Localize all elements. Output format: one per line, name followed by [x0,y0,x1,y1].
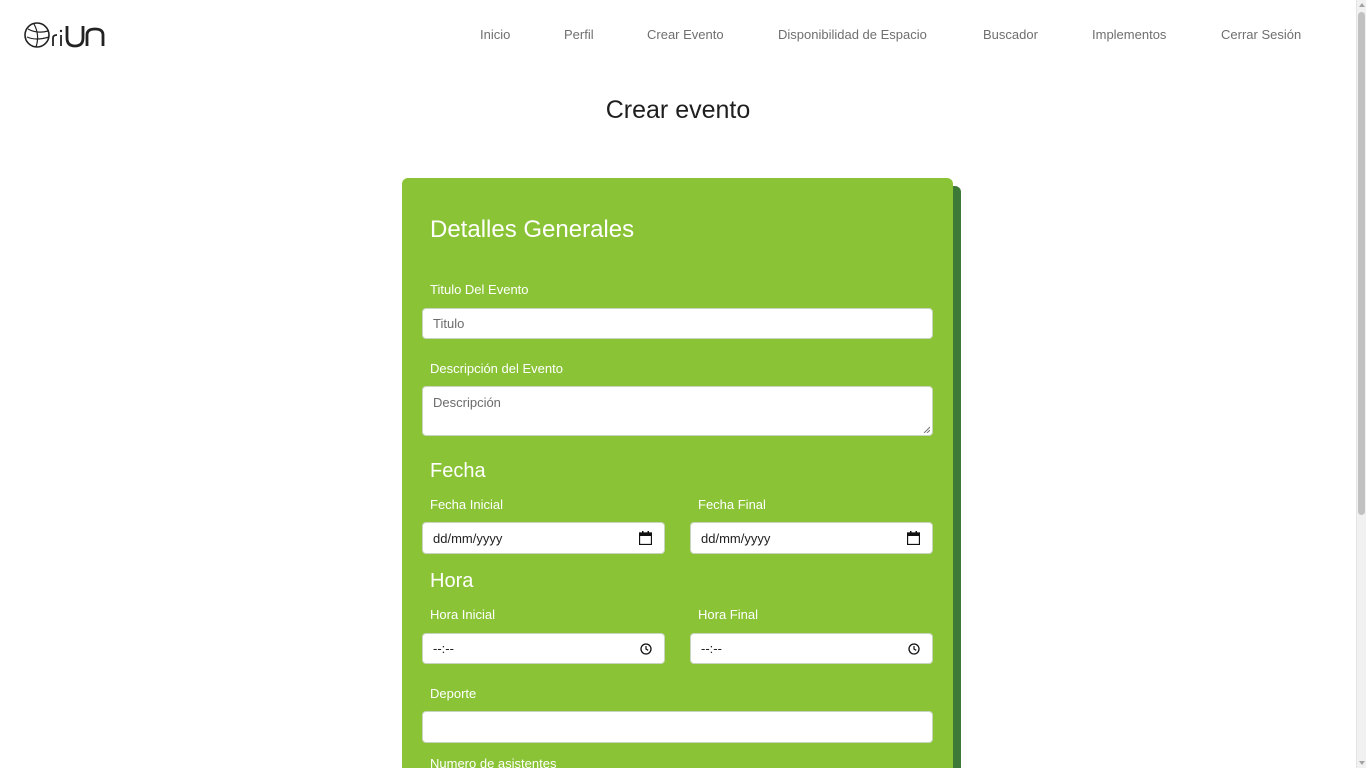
start-time-input[interactable]: --:-- [422,633,665,664]
calendar-icon[interactable] [907,531,920,545]
nav-crear-evento[interactable]: Crear Evento [647,27,724,43]
event-title-input[interactable]: Titulo [422,308,933,339]
start-date-label: Fecha Inicial [430,497,503,512]
title-label: Titulo Del Evento [430,282,529,297]
scroll-up-arrow-icon[interactable] [1359,3,1365,7]
event-description-textarea[interactable]: Descripción [422,386,933,436]
top-header: Inicio Perfil Crear Evento Disponibilida… [0,0,1356,70]
end-time-input[interactable]: --:-- [690,633,933,664]
nav-cerrar-sesion[interactable]: Cerrar Sesión [1221,27,1301,43]
start-time-value: --:-- [433,641,454,656]
nav-disponibilidad-de-espacio[interactable]: Disponibilidad de Espacio [778,27,927,43]
start-date-input[interactable]: dd/mm/yyyy [422,522,665,554]
end-date-label: Fecha Final [698,497,766,512]
resize-grip-icon[interactable] [923,426,930,433]
page-title: Crear evento [605,96,751,124]
scrollbar-thumb[interactable] [1358,12,1365,515]
sport-input[interactable] [422,711,933,743]
attendees-label: Numero de asistentes [430,756,557,768]
end-time-label: Hora Final [698,607,758,622]
nav-perfil[interactable]: Perfil [564,27,594,43]
main-nav: Inicio Perfil Crear Evento Disponibilida… [0,27,1356,43]
start-date-value: dd/mm/yyyy [433,530,503,546]
page-scrollbar[interactable] [1356,0,1366,768]
event-description-placeholder: Descripción [433,395,501,410]
nav-implementos[interactable]: Implementos [1092,27,1166,43]
calendar-icon[interactable] [639,531,652,545]
description-label: Descripción del Evento [430,361,563,376]
nav-inicio[interactable]: Inicio [480,27,510,43]
general-details-heading: Detalles Generales [430,216,635,243]
nav-buscador[interactable]: Buscador [983,27,1038,43]
start-time-label: Hora Inicial [430,607,496,622]
event-title-placeholder: Titulo [433,316,465,331]
end-time-value: --:-- [701,641,722,656]
sport-label: Deporte [430,686,477,701]
end-date-value: dd/mm/yyyy [701,530,771,546]
clock-icon[interactable] [908,642,920,655]
time-section-heading: Hora [430,570,474,592]
clock-icon[interactable] [640,642,652,655]
scroll-down-arrow-icon[interactable] [1359,761,1365,765]
date-section-heading: Fecha [430,460,486,482]
end-date-input[interactable]: dd/mm/yyyy [690,522,933,554]
